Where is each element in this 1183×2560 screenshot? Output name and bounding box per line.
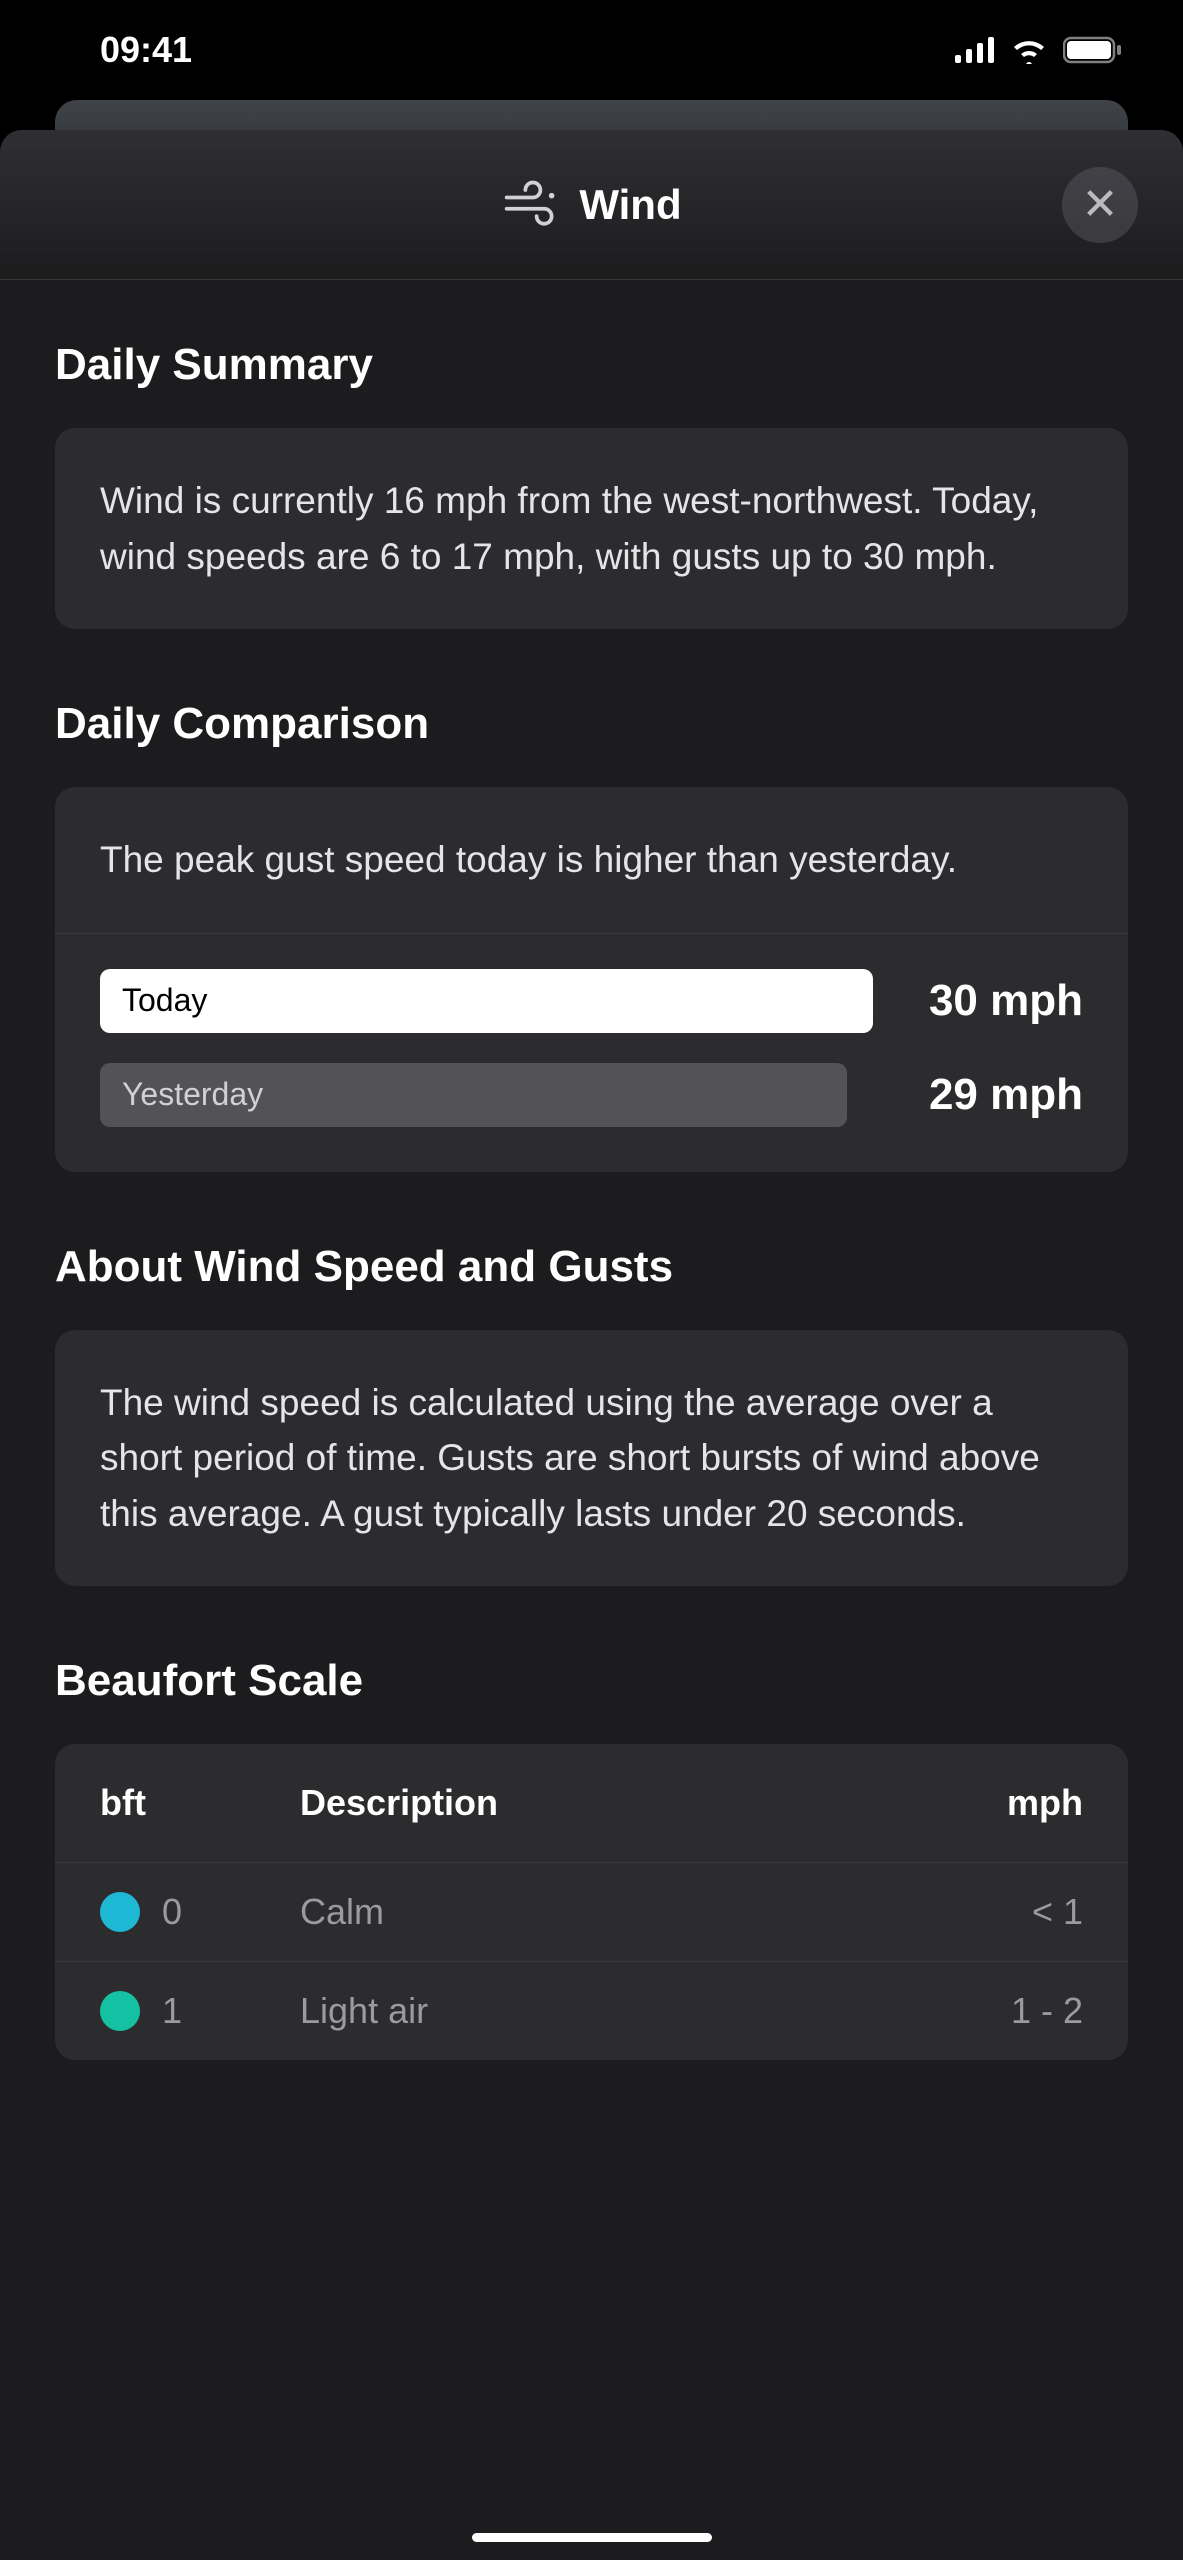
scale-color-dot (100, 1991, 140, 2031)
comparison-row-today: Today 30 mph (100, 969, 1083, 1033)
daily-comparison-title: Daily Comparison (55, 699, 1128, 749)
beaufort-title: Beaufort Scale (55, 1656, 1128, 1706)
wind-icon (501, 175, 561, 235)
cellular-icon (955, 37, 995, 63)
table-header-mph: mph (923, 1782, 1083, 1824)
table-header-bft: bft (100, 1782, 300, 1824)
scale-color-dot (100, 1892, 140, 1932)
status-bar: 09:41 (0, 0, 1183, 100)
comparison-bars: Today 30 mph Yesterday 29 mph (55, 934, 1128, 1172)
sheet-header: Wind ✕ (0, 130, 1183, 280)
beaufort-table: bft Description mph 0 Calm < 1 1 (55, 1744, 1128, 2060)
wifi-icon (1009, 36, 1049, 64)
header-title: Wind (579, 181, 681, 229)
cell-bft: 0 (100, 1891, 300, 1933)
bft-value: 1 (162, 1990, 182, 2032)
home-indicator[interactable] (472, 2533, 712, 2542)
daily-comparison-text: The peak gust speed today is higher than… (100, 832, 1083, 888)
beaufort-section: Beaufort Scale bft Description mph 0 Cal… (55, 1656, 1128, 2060)
bar-label-today: Today (122, 982, 207, 1019)
daily-comparison-card: The peak gust speed today is higher than… (55, 787, 1128, 1172)
status-time: 09:41 (100, 29, 192, 71)
bar-value-yesterday: 29 mph (893, 1070, 1083, 1120)
bar-label-yesterday: Yesterday (122, 1076, 263, 1113)
bar-fill-yesterday: Yesterday (100, 1063, 847, 1127)
table-header-row: bft Description mph (55, 1744, 1128, 1863)
bar-value-today: 30 mph (893, 976, 1083, 1026)
status-icons (955, 36, 1123, 64)
daily-summary-card: Wind is currently 16 mph from the west-n… (55, 428, 1128, 629)
bft-value: 0 (162, 1891, 182, 1933)
about-title: About Wind Speed and Gusts (55, 1242, 1128, 1292)
battery-icon (1063, 36, 1123, 64)
daily-comparison-text-wrap: The peak gust speed today is higher than… (55, 787, 1128, 934)
cell-mph: < 1 (923, 1891, 1083, 1933)
cell-desc: Light air (300, 1990, 923, 2032)
daily-summary-text: Wind is currently 16 mph from the west-n… (100, 473, 1083, 584)
cell-desc: Calm (300, 1891, 923, 1933)
close-icon: ✕ (1082, 183, 1119, 227)
wind-detail-sheet: Wind ✕ Daily Summary Wind is currently 1… (0, 130, 1183, 2560)
about-card: The wind speed is calculated using the a… (55, 1330, 1128, 1587)
cell-bft: 1 (100, 1990, 300, 2032)
bar-fill-today: Today (100, 969, 873, 1033)
sheet-content: Daily Summary Wind is currently 16 mph f… (0, 280, 1183, 2060)
close-button[interactable]: ✕ (1062, 167, 1138, 243)
daily-comparison-section: Daily Comparison The peak gust speed tod… (55, 699, 1128, 1172)
comparison-row-yesterday: Yesterday 29 mph (100, 1063, 1083, 1127)
about-section: About Wind Speed and Gusts The wind spee… (55, 1242, 1128, 1587)
about-text: The wind speed is calculated using the a… (100, 1375, 1083, 1542)
bar-track-today: Today (100, 969, 873, 1033)
table-header-desc: Description (300, 1782, 923, 1824)
header-title-group: Wind (501, 175, 681, 235)
table-row: 0 Calm < 1 (55, 1863, 1128, 1962)
bar-track-yesterday: Yesterday (100, 1063, 873, 1127)
cell-mph: 1 - 2 (923, 1990, 1083, 2032)
table-row: 1 Light air 1 - 2 (55, 1962, 1128, 2060)
daily-summary-section: Daily Summary Wind is currently 16 mph f… (55, 340, 1128, 629)
daily-summary-title: Daily Summary (55, 340, 1128, 390)
